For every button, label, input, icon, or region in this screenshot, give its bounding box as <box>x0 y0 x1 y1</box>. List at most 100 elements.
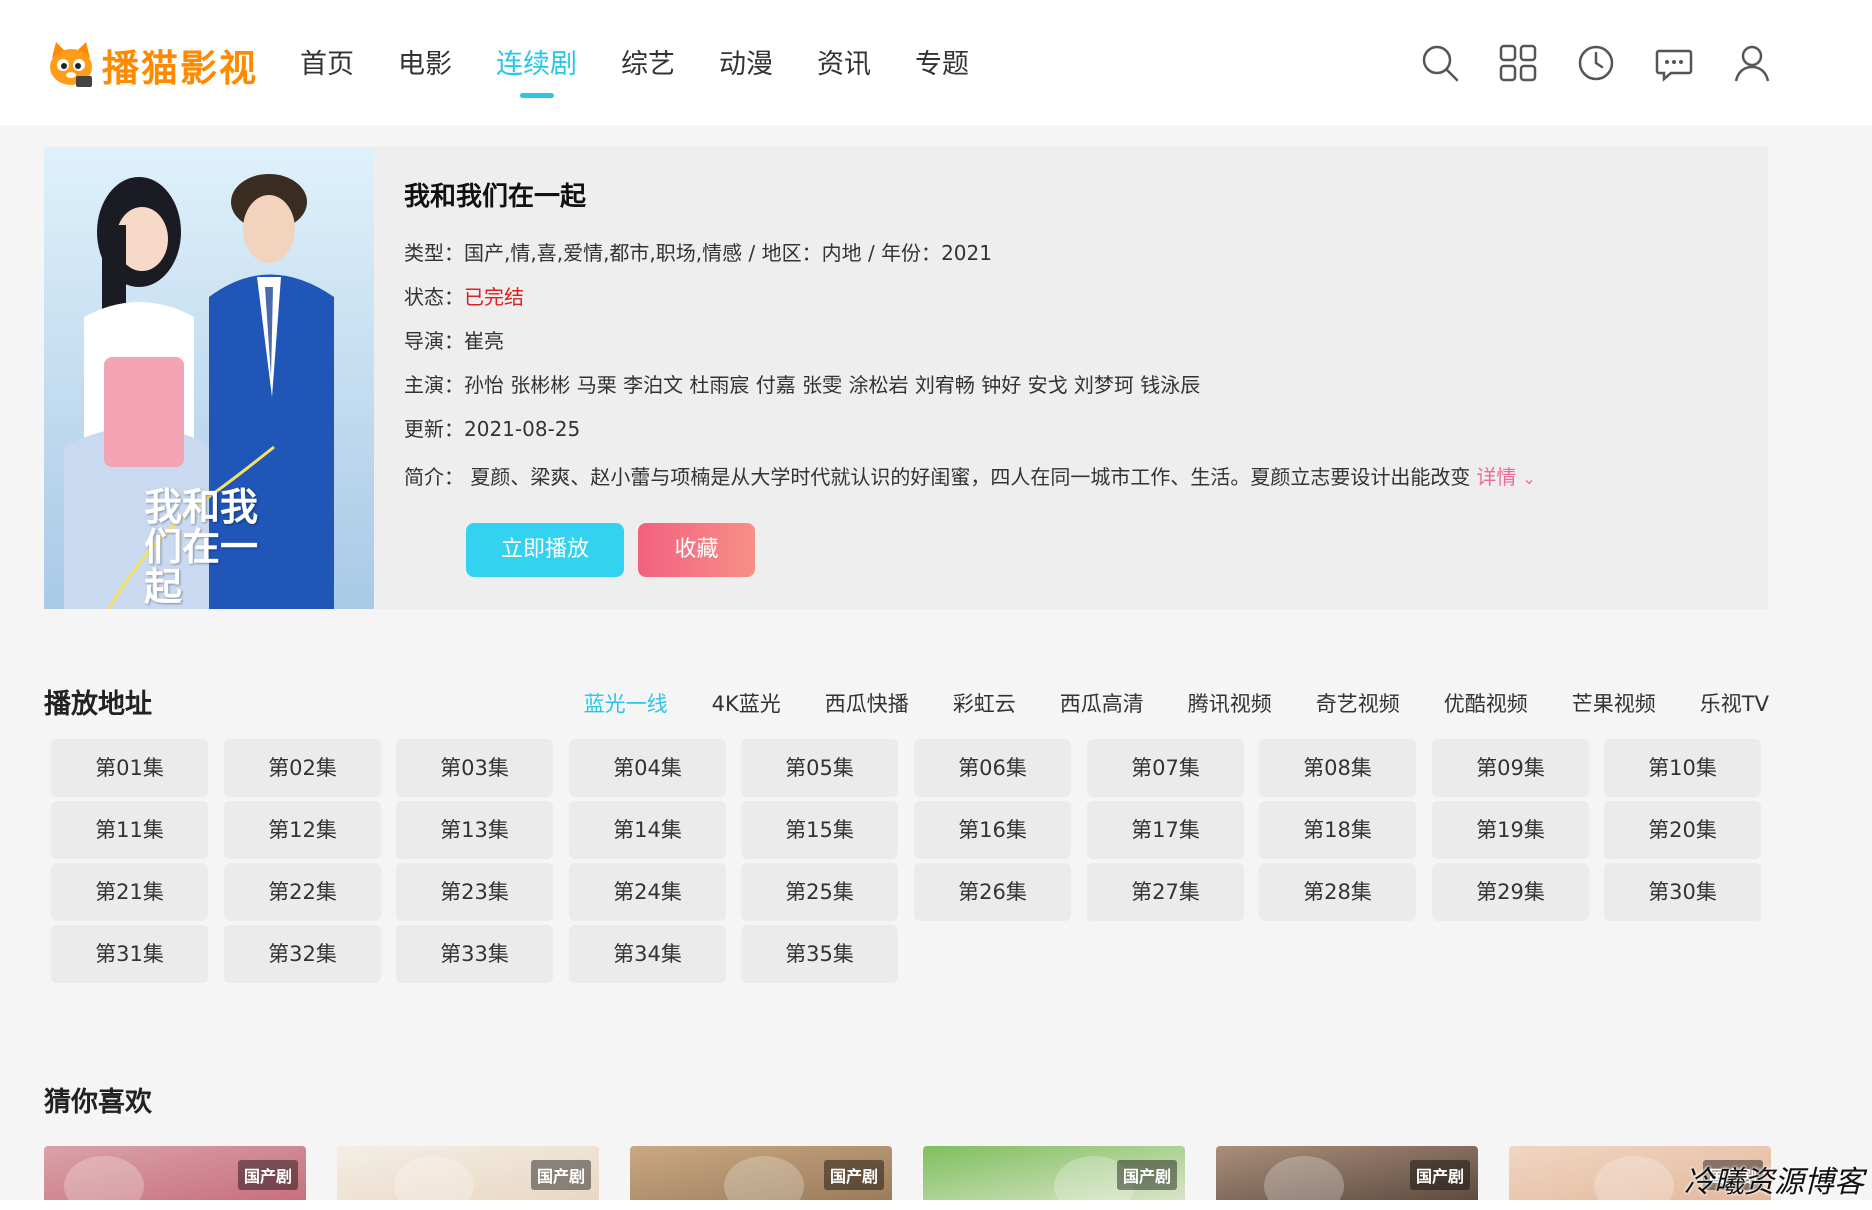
play-now-button[interactable]: 立即播放 <box>466 523 624 577</box>
meta-row: 类型：国产,情,喜,爱情,都市,职场,情感 / 地区：内地 / 年份：2021 <box>404 231 1724 275</box>
description-more-link[interactable]: 详情 <box>1476 465 1516 489</box>
status-value: 已完结 <box>464 285 524 309</box>
episode-button[interactable]: 第15集 <box>741 801 898 859</box>
source-tab-4k[interactable]: 4K蓝光 <box>712 688 781 718</box>
episode-button[interactable]: 第24集 <box>569 863 726 921</box>
nav-movie[interactable]: 电影 <box>398 42 452 88</box>
episode-button[interactable]: 第31集 <box>51 925 208 983</box>
category-badge: 国产剧 <box>530 1160 591 1190</box>
header-toolbar <box>1382 43 1772 83</box>
source-tab-lanyuang-1[interactable]: 蓝光一线 <box>584 688 668 718</box>
recommend-card[interactable]: 国产剧 <box>1216 1146 1478 1200</box>
site-logo[interactable]: 播猫影视 <box>46 34 271 96</box>
episode-button[interactable]: 第20集 <box>1604 801 1761 859</box>
user-icon[interactable] <box>1732 43 1772 83</box>
episode-button[interactable]: 第02集 <box>224 739 381 797</box>
episode-button[interactable]: 第32集 <box>224 925 381 983</box>
nav-tv-series[interactable]: 连续剧 <box>496 42 577 98</box>
episode-button[interactable]: 第34集 <box>569 925 726 983</box>
poster-title-text: 我和我们在一起 <box>144 484 259 609</box>
nav-home[interactable]: 首页 <box>300 42 354 88</box>
top-header: 播猫影视 首页 电影 连续剧 综艺 动漫 资讯 专题 <box>0 0 1872 125</box>
category-badge: 国产剧 <box>237 1160 298 1190</box>
nav-topics[interactable]: 专题 <box>915 42 969 88</box>
year-value[interactable]: 2021 <box>941 241 992 265</box>
update-label: 更新： <box>404 417 464 441</box>
update-row: 更新：2021-08-25 <box>404 407 1724 451</box>
episode-button[interactable]: 第03集 <box>396 739 553 797</box>
episode-button[interactable]: 第07集 <box>1087 739 1244 797</box>
message-icon[interactable] <box>1654 43 1694 83</box>
recommend-card[interactable]: 国产剧 <box>630 1146 892 1200</box>
history-clock-icon[interactable] <box>1576 43 1616 83</box>
cast-value[interactable]: 孙怡 张彬彬 马栗 李泊文 杜雨宸 付嘉 张雯 涂松岩 刘宥畅 钟好 安戈 刘梦… <box>464 373 1200 397</box>
episode-button[interactable]: 第09集 <box>1432 739 1589 797</box>
meta-separator: / <box>861 241 882 265</box>
episode-button[interactable]: 第06集 <box>914 739 1071 797</box>
episode-button[interactable]: 第05集 <box>741 739 898 797</box>
episode-button[interactable]: 第35集 <box>741 925 898 983</box>
source-tab-letv[interactable]: 乐视TV <box>1700 688 1769 718</box>
category-badge: 国产剧 <box>823 1160 884 1190</box>
episode-button[interactable]: 第26集 <box>914 863 1071 921</box>
episode-button[interactable]: 第11集 <box>51 801 208 859</box>
logo-text: 播猫影视 <box>102 47 258 90</box>
episode-button[interactable]: 第08集 <box>1259 739 1416 797</box>
type-value[interactable]: 国产,情,喜,爱情,都市,职场,情感 <box>464 241 742 265</box>
source-tab-mango[interactable]: 芒果视频 <box>1572 688 1656 718</box>
source-tab-youku[interactable]: 优酷视频 <box>1444 688 1528 718</box>
recommend-card[interactable]: 国产剧 <box>337 1146 599 1200</box>
nav-variety[interactable]: 综艺 <box>621 42 675 88</box>
source-tab-iqiyi[interactable]: 奇艺视频 <box>1316 688 1400 718</box>
episode-button[interactable]: 第29集 <box>1432 863 1589 921</box>
region-label: 地区： <box>761 241 822 265</box>
episode-button[interactable]: 第21集 <box>51 863 208 921</box>
recommend-card[interactable]: 国产剧 <box>44 1146 306 1200</box>
search-icon[interactable] <box>1420 43 1460 83</box>
episode-button[interactable]: 第12集 <box>224 801 381 859</box>
recommend-card[interactable]: 国产剧 <box>923 1146 1185 1200</box>
year-label: 年份： <box>881 241 942 265</box>
source-tab-xigua-hd[interactable]: 西瓜高清 <box>1060 688 1144 718</box>
nav-anime[interactable]: 动漫 <box>719 42 773 88</box>
recommend-title: 猜你喜欢 <box>44 1087 152 1118</box>
episode-button[interactable]: 第27集 <box>1087 863 1244 921</box>
episode-button[interactable]: 第16集 <box>914 801 1071 859</box>
episode-button[interactable]: 第19集 <box>1432 801 1589 859</box>
episode-button[interactable]: 第33集 <box>396 925 553 983</box>
source-tab-rainbow-cloud[interactable]: 彩虹云 <box>953 688 1016 718</box>
cat-logo-icon <box>50 42 92 87</box>
director-label: 导演： <box>404 329 464 353</box>
meta-separator: / <box>742 241 762 265</box>
description-label: 简介： <box>404 465 464 489</box>
action-buttons: 立即播放 收藏 <box>466 523 755 577</box>
episode-button[interactable]: 第22集 <box>224 863 381 921</box>
video-info: 我和我们在一起 类型：国产,情,喜,爱情,都市,职场,情感 / 地区：内地 / … <box>404 177 1724 499</box>
category-badge: 国产剧 <box>1116 1160 1177 1190</box>
nav-news[interactable]: 资讯 <box>817 42 871 88</box>
episode-button[interactable]: 第30集 <box>1604 863 1761 921</box>
episode-button[interactable]: 第28集 <box>1259 863 1416 921</box>
episode-button[interactable]: 第25集 <box>741 863 898 921</box>
episode-button[interactable]: 第04集 <box>569 739 726 797</box>
episode-button[interactable]: 第14集 <box>569 801 726 859</box>
source-tab-xigua-fast[interactable]: 西瓜快播 <box>825 688 909 718</box>
cast-row: 主演：孙怡 张彬彬 马栗 李泊文 杜雨宸 付嘉 张雯 涂松岩 刘宥畅 钟好 安戈… <box>404 363 1724 407</box>
page: 播猫影视 首页 电影 连续剧 综艺 动漫 资讯 专题 我和我们在一起 我和我们在… <box>0 0 1872 1210</box>
type-label: 类型： <box>404 241 464 265</box>
region-value[interactable]: 内地 <box>822 241 862 265</box>
episode-button[interactable]: 第18集 <box>1259 801 1416 859</box>
episode-button[interactable]: 第01集 <box>51 739 208 797</box>
episode-button[interactable]: 第13集 <box>396 801 553 859</box>
category-grid-icon[interactable] <box>1498 43 1538 83</box>
episode-button[interactable]: 第23集 <box>396 863 553 921</box>
favorite-button[interactable]: 收藏 <box>638 523 755 577</box>
source-tab-tencent[interactable]: 腾讯视频 <box>1188 688 1272 718</box>
video-poster[interactable]: 我和我们在一起 <box>44 147 374 609</box>
episode-button[interactable]: 第10集 <box>1604 739 1761 797</box>
chevron-down-icon[interactable]: ⌄ <box>1522 469 1535 488</box>
video-title: 我和我们在一起 <box>404 182 587 212</box>
status-row: 状态：已完结 <box>404 275 1724 319</box>
episode-button[interactable]: 第17集 <box>1087 801 1244 859</box>
director-value[interactable]: 崔亮 <box>464 329 504 353</box>
